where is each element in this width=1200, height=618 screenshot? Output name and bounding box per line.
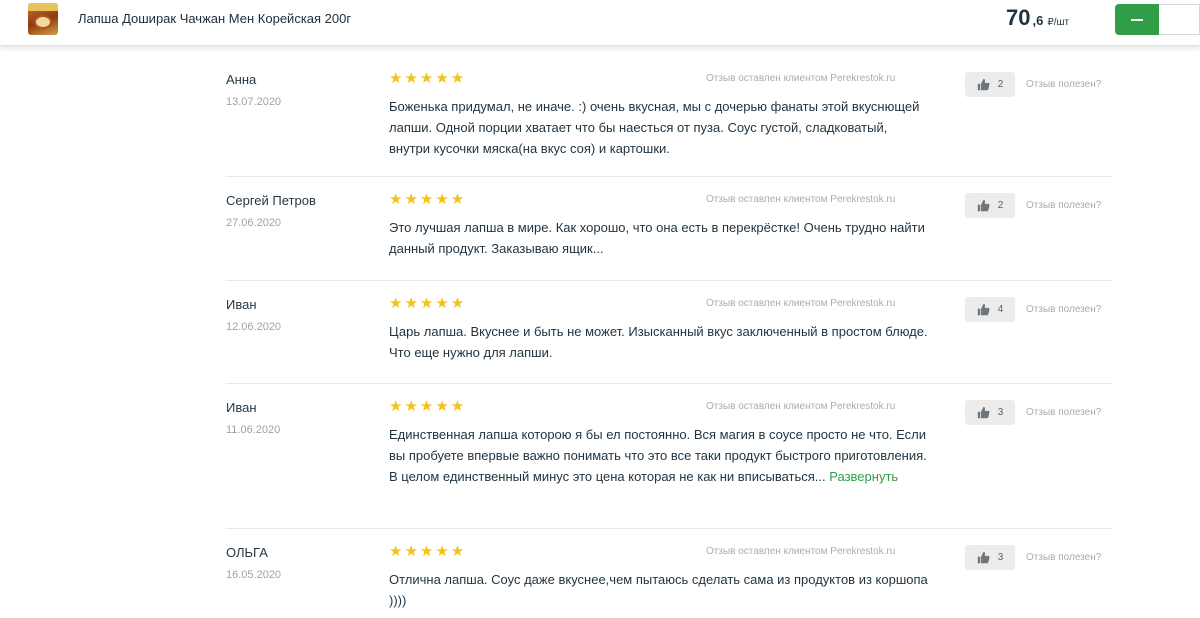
like-button[interactable]: 3 <box>965 400 1015 425</box>
review-date: 11.06.2020 <box>226 424 281 436</box>
package-band <box>28 3 58 11</box>
like-count: 2 <box>997 79 1004 90</box>
review-source: Отзыв оставлен клиентом Perekrestok.ru <box>706 401 896 412</box>
like-button[interactable]: 4 <box>965 297 1015 322</box>
review-text: Отлична лапша. Соус даже вкуснее,чем пыт… <box>389 572 928 608</box>
review-item: Анна 13.07.2020 ★★★★★ Отзыв оставлен кли… <box>226 56 1112 177</box>
review-source: Отзыв оставлен клиентом Perekrestok.ru <box>706 73 896 84</box>
quantity-field[interactable] <box>1159 4 1200 35</box>
review-date: 16.05.2020 <box>226 569 282 581</box>
helpful-label: Отзыв полезен? <box>1026 79 1102 90</box>
helpful-label: Отзыв полезен? <box>1026 552 1102 563</box>
review-item: ОЛЬГА 16.05.2020 ★★★★★ Отзыв оставлен кл… <box>226 529 1112 618</box>
review-date: 12.06.2020 <box>226 321 282 333</box>
price-fraction: ,6 <box>1032 13 1044 28</box>
review-item: Иван 12.06.2020 ★★★★★ Отзыв оставлен кли… <box>226 281 1112 384</box>
thumbs-up-icon <box>977 78 990 91</box>
like-count: 2 <box>997 200 1004 211</box>
thumbs-up-icon <box>977 303 990 316</box>
review-author: Сергей Петров <box>226 193 316 208</box>
like-button[interactable]: 2 <box>965 193 1015 218</box>
product-header: Лапша Доширак Чачжан Мен Корейская 200г … <box>0 0 1200 46</box>
star-rating: ★★★★★ <box>389 295 467 312</box>
review-text: Царь лапша. Вкуснее и быть не может. Изы… <box>389 324 928 360</box>
star-rating: ★★★★★ <box>389 543 467 560</box>
like-count: 3 <box>997 407 1004 418</box>
review-source: Отзыв оставлен клиентом Perekrestok.ru <box>706 546 896 557</box>
product-price: 70,6 ₽/шт <box>1006 5 1069 31</box>
like-button[interactable]: 3 <box>965 545 1015 570</box>
thumbs-up-icon <box>977 199 990 212</box>
star-rating: ★★★★★ <box>389 398 467 415</box>
decrease-quantity-button[interactable] <box>1115 4 1159 35</box>
review-author: Иван <box>226 297 257 312</box>
review-author: Анна <box>226 72 257 87</box>
price-integer: 70 <box>1006 5 1031 30</box>
review-item: Иван 11.06.2020 ★★★★★ Отзыв оставлен кли… <box>226 384 1112 529</box>
product-thumbnail[interactable] <box>28 3 58 35</box>
review-source: Отзыв оставлен клиентом Perekrestok.ru <box>706 298 896 309</box>
expand-review-link[interactable]: Развернуть <box>829 469 898 484</box>
helpful-label: Отзыв полезен? <box>1026 200 1102 211</box>
helpful-label: Отзыв полезен? <box>1026 407 1102 418</box>
review-date: 27.06.2020 <box>226 217 282 229</box>
like-count: 3 <box>997 552 1004 563</box>
star-rating: ★★★★★ <box>389 191 467 208</box>
review-item: Сергей Петров 27.06.2020 ★★★★★ Отзыв ост… <box>226 177 1112 281</box>
price-unit: ₽/шт <box>1047 17 1070 28</box>
product-title: Лапша Доширак Чачжан Мен Корейская 200г <box>78 11 352 26</box>
review-author: ОЛЬГА <box>226 545 268 560</box>
noodle-bowl-image <box>34 15 52 29</box>
minus-icon <box>1131 18 1143 21</box>
review-text-block: Единственная лапша которою я бы ел посто… <box>389 424 929 487</box>
review-author: Иван <box>226 400 257 415</box>
star-rating: ★★★★★ <box>389 70 467 87</box>
helpful-label: Отзыв полезен? <box>1026 304 1102 315</box>
like-count: 4 <box>997 304 1004 315</box>
thumbs-up-icon <box>977 551 990 564</box>
thumbs-up-icon <box>977 406 990 419</box>
review-text: Боженька придумал, не иначе. :) очень вк… <box>389 99 920 156</box>
like-button[interactable]: 2 <box>965 72 1015 97</box>
review-text: Это лучшая лапша в мире. Как хорошо, что… <box>389 220 925 256</box>
review-source: Отзыв оставлен клиентом Perekrestok.ru <box>706 194 896 205</box>
review-date: 13.07.2020 <box>226 96 282 108</box>
